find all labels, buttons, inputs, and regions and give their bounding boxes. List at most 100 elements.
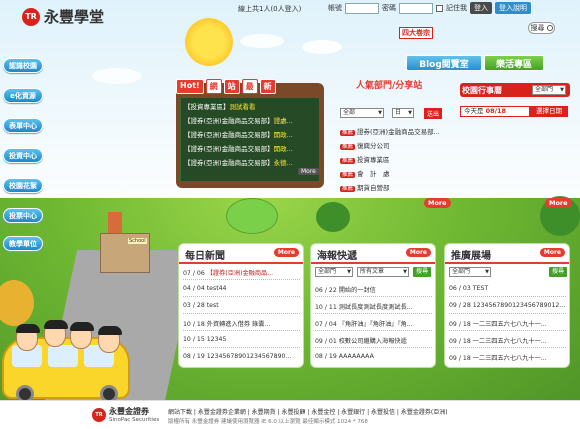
table-row[interactable]: 09 / 28 1234567890123456789012... (449, 302, 566, 309)
cloud-illustration (302, 40, 342, 54)
lohas-zone-button[interactable]: 樂活專區 (484, 55, 544, 71)
period-select[interactable]: 日 (392, 108, 414, 118)
calendar-title: 校園行事曆 (462, 86, 502, 95)
nav-teaching-units[interactable]: 教學單位 (3, 236, 43, 251)
today-display: 今天是 08/18 (460, 106, 530, 117)
table-row[interactable]: 09 / 18 一二三四五六七八九十一... (449, 353, 566, 362)
account-label: 帳號 (328, 4, 342, 12)
site-title: 永豐學堂 (44, 8, 105, 26)
footer-brand: 永豐金證券 (109, 407, 149, 416)
table-row[interactable]: 09 / 18 一二三四五六七八九十一... (449, 319, 566, 328)
board-item[interactable]: 【證券(亞洲)金融商品交易部】開政... (184, 143, 317, 153)
submit-button[interactable]: 送出 (424, 108, 443, 119)
remember-checkbox[interactable] (436, 4, 443, 12)
table-row[interactable]: 04 / 04 test44 (183, 285, 300, 292)
list-item[interactable]: 推薦 復興分公司 (340, 140, 390, 150)
password-label: 密碼 (382, 4, 396, 12)
search-icon (546, 25, 553, 31)
nav-investment[interactable]: 投資中心 (3, 148, 43, 163)
character-face (98, 326, 122, 353)
character-face (16, 324, 40, 351)
account-input[interactable] (345, 2, 379, 14)
table-row[interactable]: 07 / 04 『角肝油』『角肝油』『角... (315, 319, 432, 328)
blog-room-button[interactable]: Blog閱覽室 (406, 55, 482, 71)
search-button[interactable]: 搜尋 (413, 267, 432, 277)
hot-tags: Hot! 網 站 最 新 (176, 79, 276, 94)
nav-voting[interactable]: 投票中心 (3, 208, 43, 223)
hot-tag: Hot! (176, 79, 204, 94)
panel-title: 推廣展場 (451, 251, 491, 262)
hot-news-board: Hot! 網 站 最 新 【投資專業區】測試看看 【證券(亞洲)金融商品交易部】… (176, 79, 324, 188)
table-row[interactable]: 07 / 06 【證券(亞洲)金融商品... (183, 268, 300, 277)
popular-more-button[interactable]: More (424, 198, 451, 208)
board-item[interactable]: 【證券(亞洲)金融商品交易部】永德... (184, 157, 317, 167)
search-label: 搜尋 (530, 24, 545, 32)
promotion-showcase-panel: 推廣展場 More 全部門 搜尋 06 / 03 TEST 09 / 28 12… (444, 243, 570, 368)
sun-illustration (185, 18, 233, 66)
board-item[interactable]: 【證券(亞洲)金融商品交易部】開政... (184, 129, 317, 139)
hot-tag: 站 (223, 79, 240, 94)
table-row[interactable]: 10 / 11 測試長度測試長度測試長... (315, 302, 432, 311)
page-scene: School TR 永豐學堂 線上共1人(0人登入) 帳號 密碼 記住我 登入 … (0, 0, 580, 400)
list-item[interactable]: 推薦會 計 處 (340, 168, 390, 178)
table-row[interactable]: 10 / 18 外資轉進入借券 錄囊... (183, 319, 300, 328)
online-count: 線上共1人(0人登入) (238, 5, 302, 13)
table-row[interactable]: 06 / 22 開始的一封信 (315, 285, 432, 294)
hot-tag: 最 (241, 79, 258, 94)
table-row[interactable]: 10 / 15 12345 (183, 336, 300, 343)
board-item[interactable]: 【投資專業區】測試看看 (184, 101, 317, 111)
table-row[interactable]: 09 / 01 校數公司繼購入海報快遞 (315, 336, 432, 345)
calendar-more-button[interactable]: More (545, 198, 572, 208)
login-help-button[interactable]: 登入說明 (495, 2, 531, 14)
department-select[interactable]: 全部門 (315, 267, 353, 277)
list-item[interactable]: 推薦 期貨自營部 (340, 182, 390, 192)
character-face (44, 320, 68, 347)
panel-title: 海報快遞 (317, 251, 357, 262)
table-row[interactable]: 09 / 18 一二三四五六七八九十一... (449, 336, 566, 345)
cloud-illustration (92, 68, 142, 84)
department-select[interactable]: 全部 (340, 108, 384, 118)
article-select[interactable]: 所有文章 (357, 267, 409, 277)
character-face (70, 322, 94, 349)
site-footer: TR 永豐金證券 SinoPac Securities 網站下載 | 永豐金證券… (0, 400, 580, 429)
school-building: School (100, 233, 150, 273)
campus-calendar: 校園行事曆 全部門 今天是 08/18 選擇日期 (460, 83, 570, 153)
table-row[interactable]: 03 / 28 test (183, 302, 300, 309)
footer-brand-en: SinoPac Securities (109, 417, 160, 423)
password-input[interactable] (399, 2, 433, 14)
remember-label: 記住我 (446, 4, 467, 12)
school-sign: School (128, 238, 147, 244)
panel-more-button[interactable]: More (539, 248, 565, 257)
popular-departments-title: 人氣部門/分享站 (356, 81, 423, 91)
school-bus-illustration (2, 320, 130, 400)
footer-logo[interactable]: TR 永豐金證券 SinoPac Securities (92, 406, 159, 423)
footer-copyright: 版權所有 永豐金證券 建議使用瀏覽器 IE 6.0 以上瀏覽 最佳顯示模式 10… (168, 419, 368, 425)
nav-campus-highlights[interactable]: 校園花絮 (3, 178, 43, 193)
search-button[interactable]: 搜尋 (528, 22, 555, 34)
panel-more-button[interactable]: More (405, 248, 431, 257)
nav-e-resources[interactable]: e化資源 (3, 88, 43, 103)
list-item[interactable]: 推薦 證券(亞洲)金融商品交易部... (340, 126, 440, 136)
department-select[interactable]: 全部門 (449, 267, 491, 277)
board-item[interactable]: 【證券(亞洲)金融商品交易部】證處... (184, 115, 317, 125)
calendar-department-select[interactable]: 全部門 (532, 85, 566, 95)
nav-forms[interactable]: 表單中心 (3, 118, 43, 133)
list-item[interactable]: 推薦 投資專業區 (340, 154, 390, 164)
choose-date-button[interactable]: 選擇日期 (530, 106, 568, 117)
popular-label[interactable]: 四大卷宗 (399, 27, 433, 39)
board-more-button[interactable]: More (298, 168, 319, 175)
table-row[interactable]: 08 / 19 AAAAAAAA (315, 353, 432, 360)
cloud-illustration (240, 34, 284, 48)
nav-campus[interactable]: 認識校園 (3, 58, 43, 73)
table-row[interactable]: 08 / 19 12345678901234567890... (183, 353, 300, 360)
login-button[interactable]: 登入 (470, 2, 492, 14)
panel-more-button[interactable]: More (273, 248, 299, 257)
footer-links[interactable]: 網站下載 | 永豐金證券企業網 | 永豐期貨 | 永豐投顧 | 永豐金控 | 永… (168, 407, 448, 416)
hot-tag: 新 (259, 79, 276, 94)
popular-departments: 人氣部門/分享站 全部 日 送出 推薦證券(亞洲)金融商品交易部... 推薦復興… (334, 76, 452, 208)
search-button[interactable]: 搜尋 (549, 267, 568, 277)
panel-title: 每日新聞 (185, 251, 225, 262)
table-row[interactable]: 06 / 03 TEST (449, 285, 566, 292)
tree-illustration (316, 202, 350, 232)
site-logo[interactable]: TR 永豐學堂 (22, 6, 104, 27)
